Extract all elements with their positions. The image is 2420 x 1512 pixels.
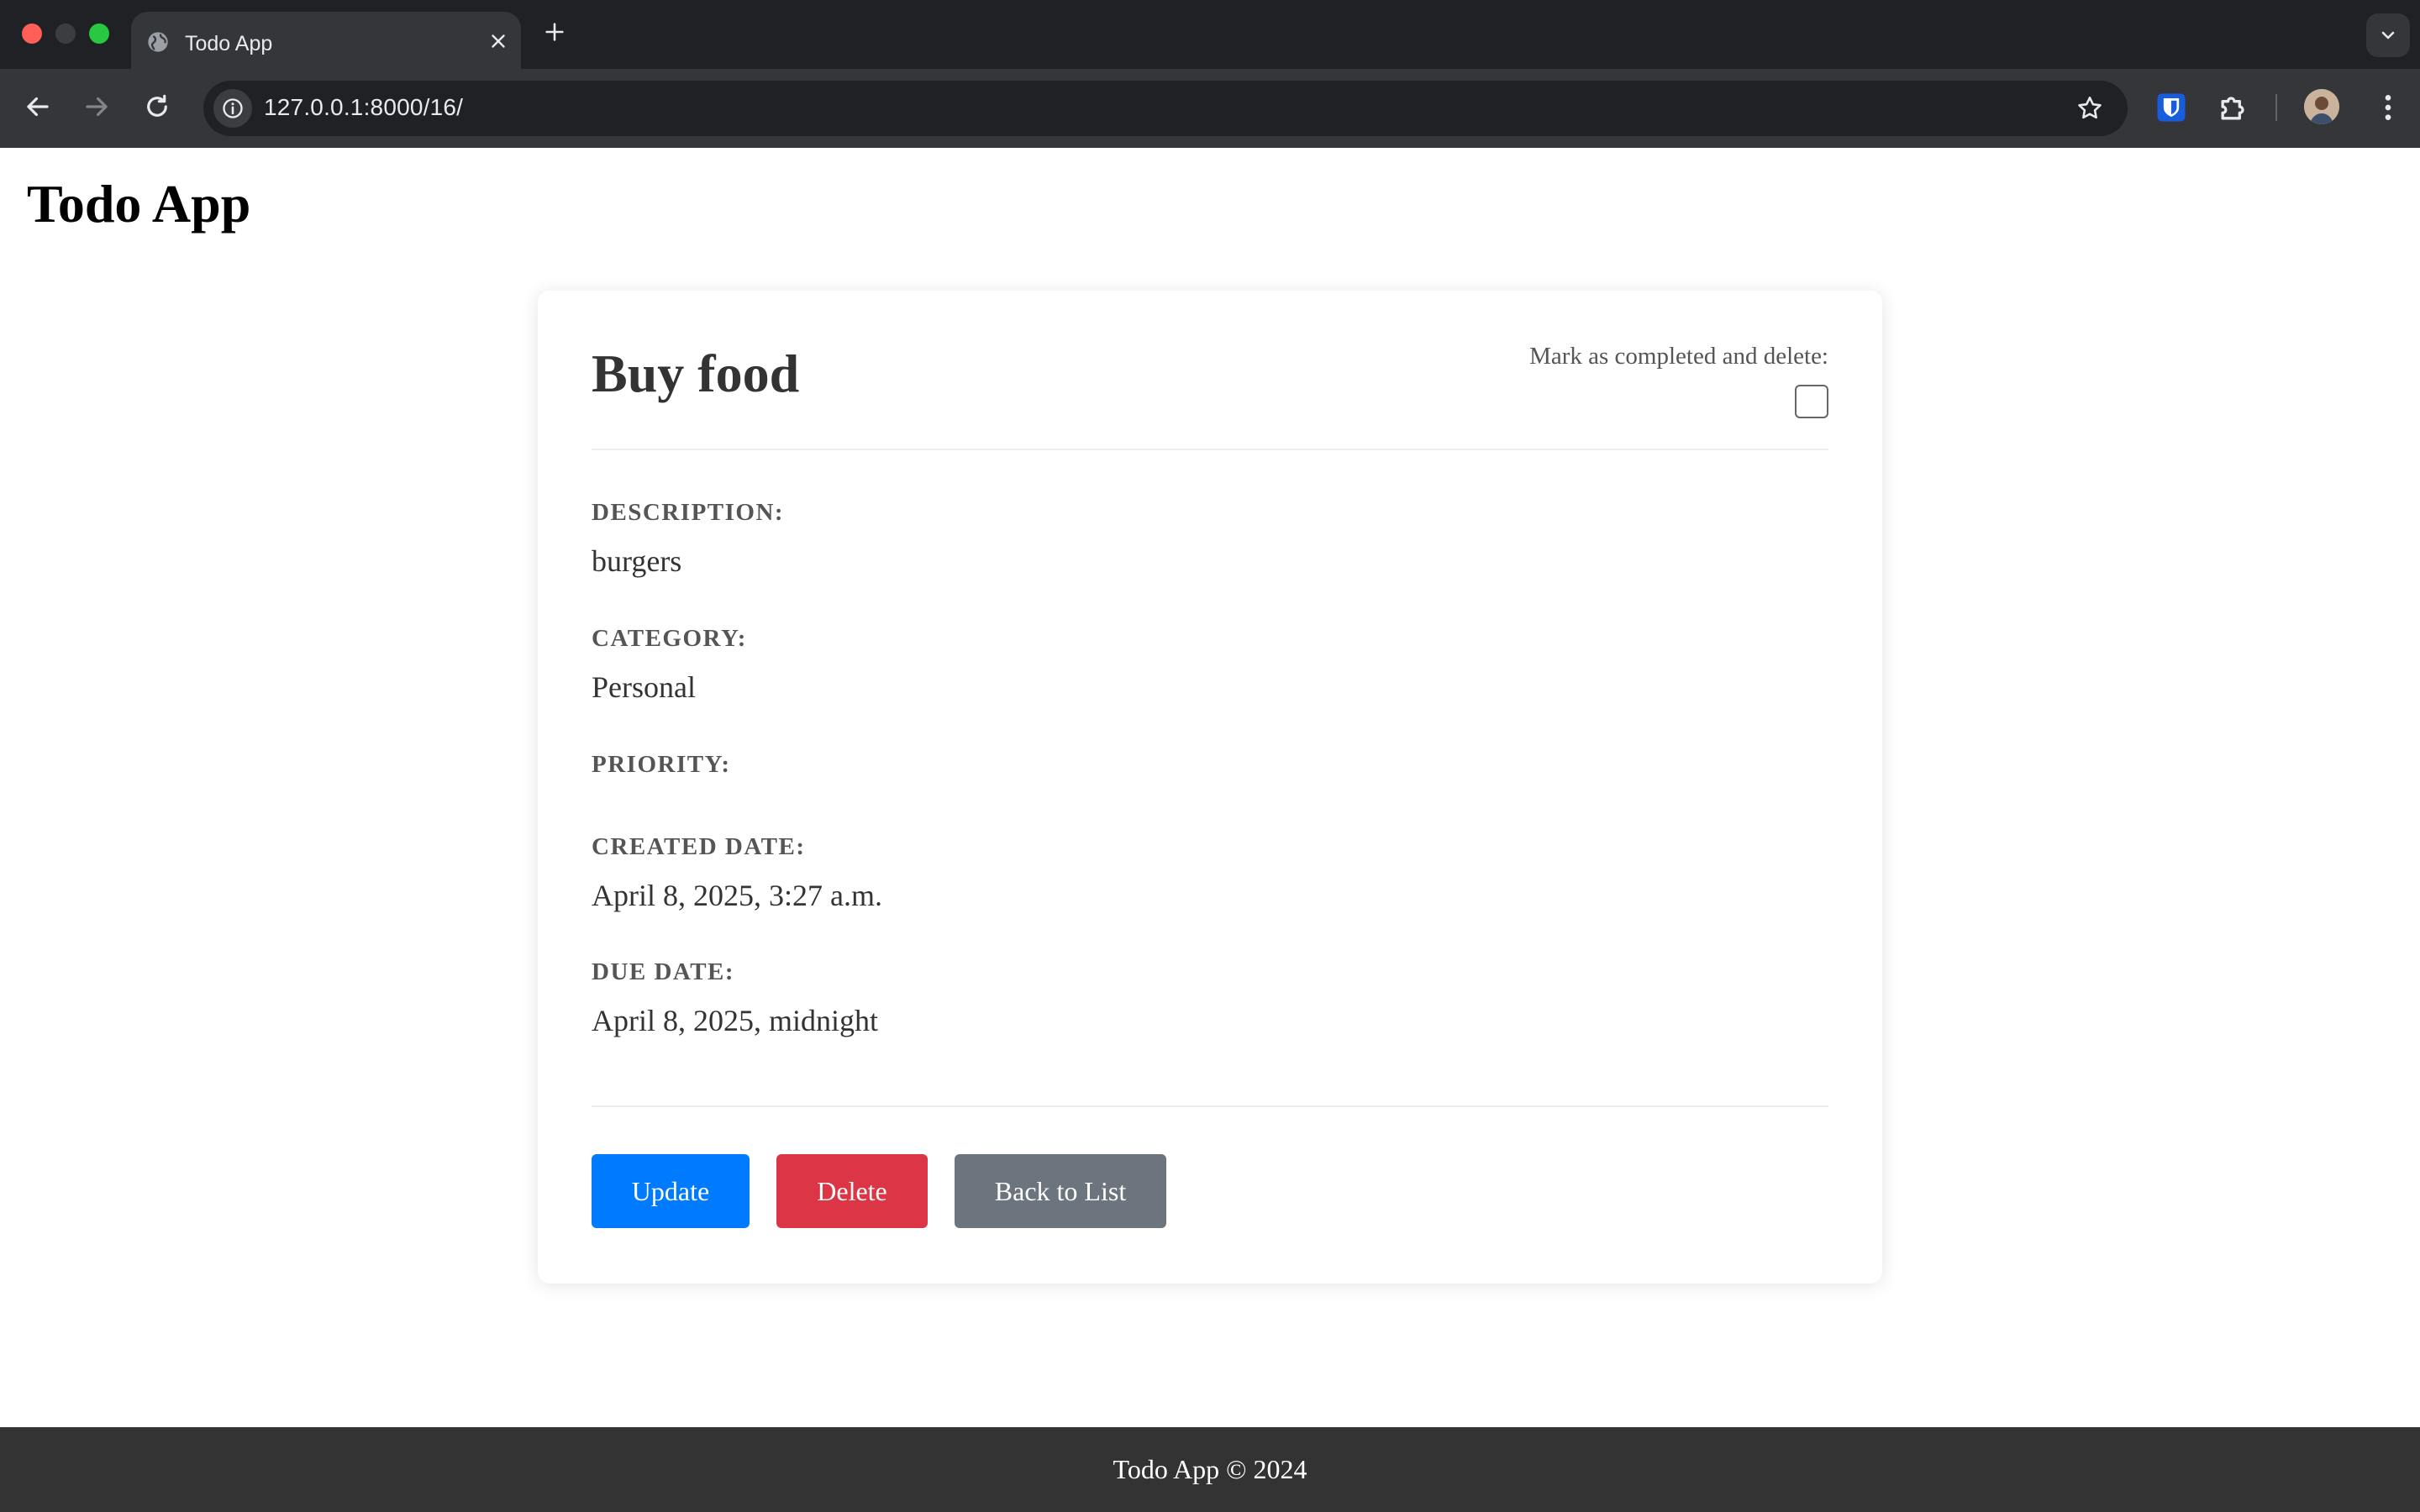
- todo-title: Buy food: [592, 344, 800, 403]
- reload-button[interactable]: [141, 91, 173, 123]
- browser-tab[interactable]: Todo App: [131, 12, 521, 69]
- window-zoom-button[interactable]: [89, 24, 109, 44]
- priority-label: Priority:: [592, 751, 731, 778]
- back-button[interactable]: [22, 91, 54, 123]
- browser-toolbar: 127.0.0.1:8000/16/: [0, 69, 2420, 148]
- avatar[interactable]: [2304, 89, 2339, 124]
- due-date-field: Due Date: April 8, 2025, midnight: [592, 958, 878, 1038]
- created-date-field: Created Date: April 8, 2025, 3:27 a.m.: [592, 833, 882, 913]
- arrow-left-icon: [27, 97, 49, 117]
- update-button[interactable]: Update: [592, 1154, 750, 1228]
- todo-detail-card: Buy food Mark as completed and delete: D…: [538, 291, 1882, 1284]
- window-minimize-button[interactable]: [55, 24, 76, 44]
- header-divider: [592, 449, 1828, 450]
- page-footer: Todo App © 2024: [0, 1427, 2420, 1512]
- window-close-button[interactable]: [22, 24, 42, 44]
- url-text[interactable]: 127.0.0.1:8000/16/: [264, 94, 463, 121]
- forward-button[interactable]: [81, 91, 113, 123]
- address-bar[interactable]: 127.0.0.1:8000/16/: [203, 81, 2128, 136]
- close-icon[interactable]: [487, 30, 509, 52]
- priority-field: Priority:: [592, 751, 731, 795]
- arrow-right-icon: [86, 97, 108, 117]
- chevron-down-icon: [2381, 31, 2395, 39]
- due-date-value: April 8, 2025, midnight: [592, 1004, 878, 1037]
- description-field: Description: burgers: [592, 499, 784, 579]
- profile-avatar-icon: [2304, 89, 2339, 124]
- back-to-list-button[interactable]: Back to List: [955, 1154, 1166, 1228]
- plus-icon[interactable]: [543, 20, 566, 44]
- shield-icon[interactable]: [2153, 89, 2190, 126]
- page-content: Todo App Buy food Mark as completed and …: [0, 148, 2420, 1512]
- description-label: Description:: [592, 499, 785, 526]
- info-icon: [223, 98, 243, 118]
- site-info-button[interactable]: [213, 89, 252, 128]
- browser-tab-strip: Todo App: [0, 0, 2420, 69]
- due-date-label: Due Date:: [592, 958, 735, 985]
- toolbar-separator: [2275, 94, 2277, 121]
- globe-icon: [148, 32, 168, 52]
- tab-title: Todo App: [185, 32, 273, 55]
- category-label: Category:: [592, 625, 747, 652]
- complete-checkbox[interactable]: [1795, 385, 1828, 418]
- actions-divider: [592, 1105, 1828, 1107]
- category-field: Category: Personal: [592, 625, 747, 705]
- tab-search-button[interactable]: [2366, 13, 2410, 57]
- kebab-menu-icon[interactable]: [2371, 91, 2405, 124]
- delete-button[interactable]: Delete: [776, 1154, 928, 1228]
- complete-label: Mark as completed and delete:: [1529, 343, 1828, 370]
- footer-text: Todo App © 2024: [1113, 1454, 1307, 1484]
- created-date-value: April 8, 2025, 3:27 a.m.: [592, 879, 882, 912]
- category-value: Personal: [592, 670, 696, 704]
- app-title: Todo App: [27, 174, 251, 234]
- puzzle-icon[interactable]: [2215, 89, 2252, 126]
- description-value: burgers: [592, 544, 682, 578]
- created-date-label: Created Date:: [592, 833, 806, 860]
- star-icon[interactable]: [2075, 94, 2104, 123]
- reload-icon: [147, 94, 167, 117]
